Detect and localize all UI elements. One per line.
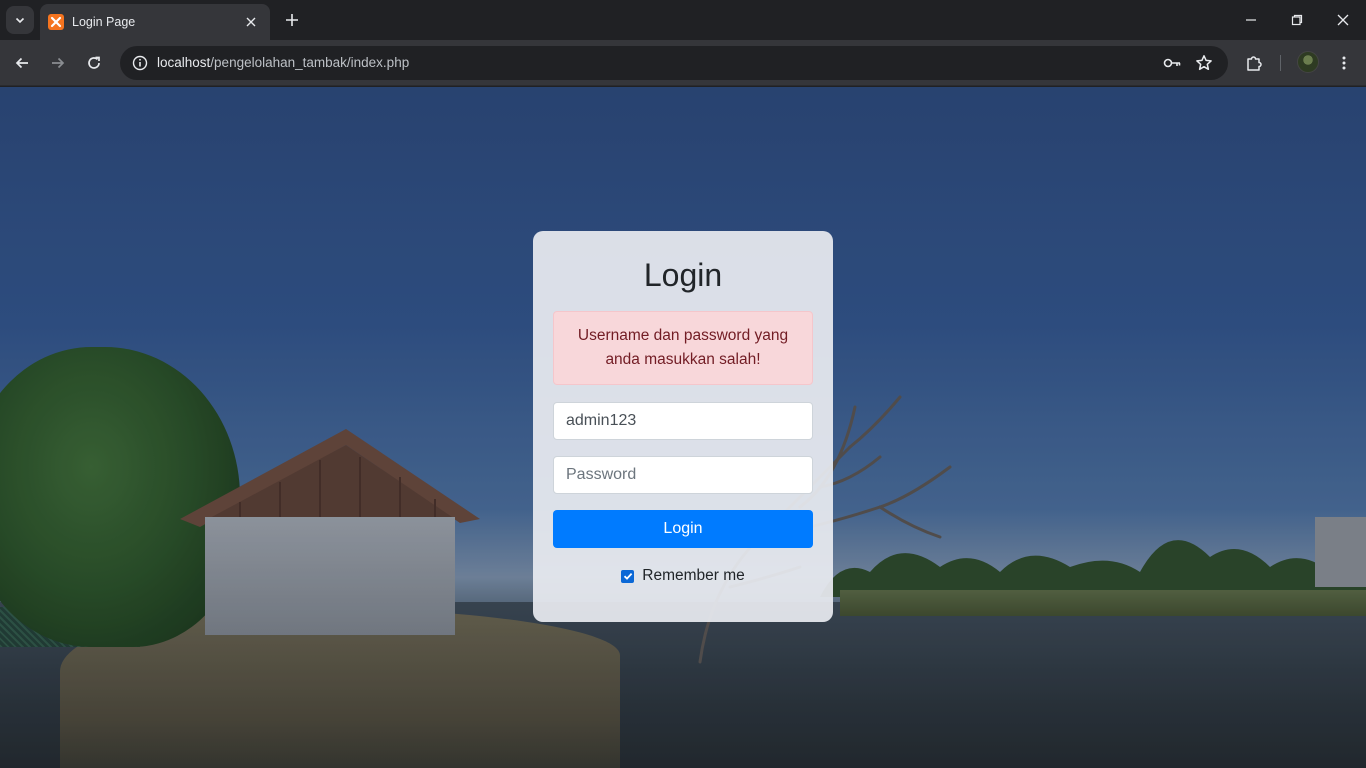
profile-avatar[interactable]	[1297, 51, 1319, 73]
star-icon	[1196, 55, 1212, 71]
forward-button[interactable]	[44, 49, 72, 77]
password-field[interactable]	[553, 456, 813, 494]
extensions-button[interactable]	[1240, 49, 1268, 77]
tab-search-button[interactable]	[6, 6, 34, 34]
arrow-left-icon	[15, 57, 28, 69]
remember-me[interactable]: Remember me	[553, 567, 813, 585]
remember-me-label: Remember me	[642, 567, 745, 584]
chevron-down-icon	[15, 17, 25, 24]
info-icon	[132, 55, 148, 71]
url-path: /pengelolahan_tambak/index.php	[210, 55, 410, 70]
xampp-icon	[48, 14, 64, 30]
reload-icon	[88, 56, 100, 69]
menu-button[interactable]	[1330, 49, 1358, 77]
tab-close-button[interactable]	[242, 13, 260, 31]
restore-button[interactable]	[1274, 0, 1320, 40]
close-icon	[1337, 14, 1349, 26]
close-window-button[interactable]	[1320, 0, 1366, 40]
new-tab-button[interactable]	[280, 8, 304, 32]
back-button[interactable]	[8, 49, 36, 77]
login-card: Login Username dan password yang anda ma…	[533, 231, 833, 622]
puzzle-icon	[1247, 56, 1262, 71]
address-bar[interactable]: localhost/pengelolahan_tambak/index.php	[120, 46, 1228, 80]
error-alert: Username dan password yang anda masukkan…	[553, 311, 813, 385]
username-field[interactable]	[553, 402, 813, 440]
browser-tab[interactable]: Login Page	[40, 4, 270, 40]
toolbar-divider	[1280, 55, 1281, 71]
minimize-button[interactable]	[1228, 0, 1274, 40]
url-host: localhost	[157, 55, 211, 70]
browser-toolbar: localhost/pengelolahan_tambak/index.php	[0, 40, 1366, 86]
restore-icon	[1291, 14, 1303, 26]
more-vertical-icon	[1342, 56, 1346, 70]
checkmark-icon	[623, 572, 633, 580]
tab-strip: Login Page	[0, 0, 1366, 40]
tab-title: Login Page	[72, 15, 136, 29]
minimize-icon	[1246, 19, 1256, 21]
page-viewport: Login Username dan password yang anda ma…	[0, 87, 1366, 768]
url-text[interactable]: localhost/pengelolahan_tambak/index.php	[157, 55, 409, 70]
close-icon	[246, 17, 256, 27]
arrow-right-icon	[52, 57, 65, 69]
password-manager-button[interactable]	[1160, 51, 1184, 75]
remember-me-checkbox[interactable]	[621, 569, 635, 583]
login-button[interactable]: Login	[553, 510, 813, 548]
bookmark-button[interactable]	[1192, 51, 1216, 75]
site-info-button[interactable]	[128, 51, 152, 75]
key-icon	[1163, 58, 1181, 68]
page-title: Login	[643, 257, 723, 293]
reload-button[interactable]	[80, 49, 108, 77]
plus-icon	[286, 14, 298, 26]
